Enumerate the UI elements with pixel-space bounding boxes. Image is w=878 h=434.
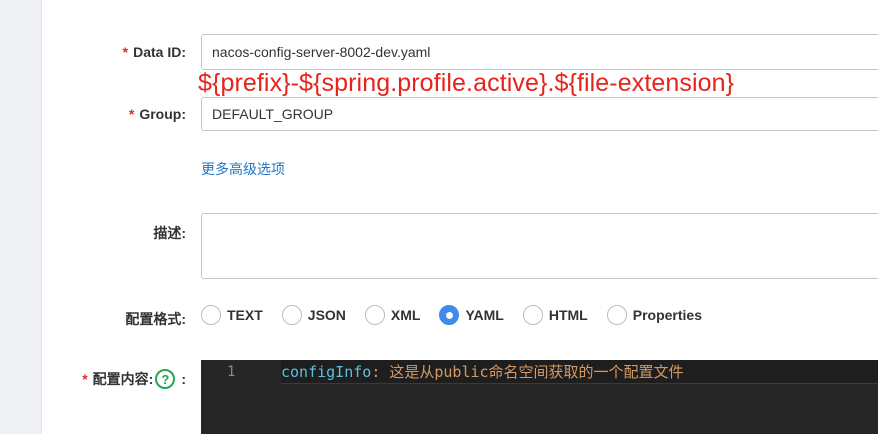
- format-option-properties[interactable]: Properties: [606, 305, 702, 325]
- format-option-json[interactable]: JSON: [281, 305, 346, 325]
- data-id-label-text: Data ID:: [133, 44, 186, 60]
- config-content-editor[interactable]: 1 configInfo: 这是从public命名空间获取的一个配置文件: [201, 360, 878, 434]
- format-option-xml[interactable]: XML: [364, 305, 421, 325]
- left-sidebar-strip: [0, 0, 42, 434]
- data-id-format-annotation: ${prefix}-${spring.profile.active}.${fil…: [198, 69, 735, 97]
- question-circle-icon[interactable]: ?: [155, 369, 176, 389]
- radio-circle[interactable]: [606, 305, 627, 325]
- code-line[interactable]: configInfo: 这是从public命名空间获取的一个配置文件: [281, 360, 878, 384]
- content-label: * 配置内容: ? :: [82, 369, 186, 389]
- group-label: * Group:: [129, 106, 186, 122]
- group-input[interactable]: DEFAULT_GROUP: [201, 97, 878, 131]
- radio-circle[interactable]: [281, 305, 302, 325]
- radio-circle[interactable]: [364, 305, 385, 325]
- format-label: 配置格式:: [125, 311, 186, 327]
- code-separator: :: [371, 363, 390, 381]
- radio-label: JSON: [307, 307, 346, 323]
- radio-circle[interactable]: [201, 305, 221, 325]
- radio-label: XML: [390, 307, 421, 323]
- code-value: 这是从public命名空间获取的一个配置文件: [389, 363, 684, 381]
- format-option-html[interactable]: HTML: [522, 305, 588, 325]
- data-id-value: nacos-config-server-8002-dev.yaml: [212, 44, 431, 60]
- description-textarea[interactable]: [201, 213, 878, 279]
- radio-label: HTML: [548, 307, 588, 323]
- radio-label: YAML: [465, 307, 504, 323]
- group-value: DEFAULT_GROUP: [212, 106, 334, 122]
- content-label-suffix: :: [181, 371, 186, 387]
- required-mark: *: [128, 106, 135, 122]
- format-option-text[interactable]: TEXT: [201, 305, 263, 325]
- format-option-yaml[interactable]: YAML: [439, 305, 504, 325]
- content-label-text: 配置内容:: [92, 371, 154, 387]
- data-id-input[interactable]: nacos-config-server-8002-dev.yaml: [201, 34, 878, 70]
- required-mark: *: [82, 371, 88, 387]
- radio-circle[interactable]: [522, 305, 543, 325]
- description-label: 描述:: [153, 225, 186, 241]
- radio-label: Properties: [632, 307, 702, 323]
- radio-dot: [445, 311, 453, 319]
- data-id-label: * Data ID:: [123, 44, 186, 60]
- radio-label: TEXT: [227, 307, 263, 323]
- radio-circle-checked[interactable]: [439, 305, 460, 325]
- required-mark: *: [122, 44, 129, 60]
- group-label-text: Group:: [139, 106, 186, 122]
- more-advanced-options-link[interactable]: 更多高级选项: [201, 159, 285, 179]
- format-radio-group: TEXT JSON XML YAML HTML Properties: [201, 304, 721, 326]
- code-key: configInfo: [281, 363, 372, 381]
- line-number: 1: [227, 364, 236, 380]
